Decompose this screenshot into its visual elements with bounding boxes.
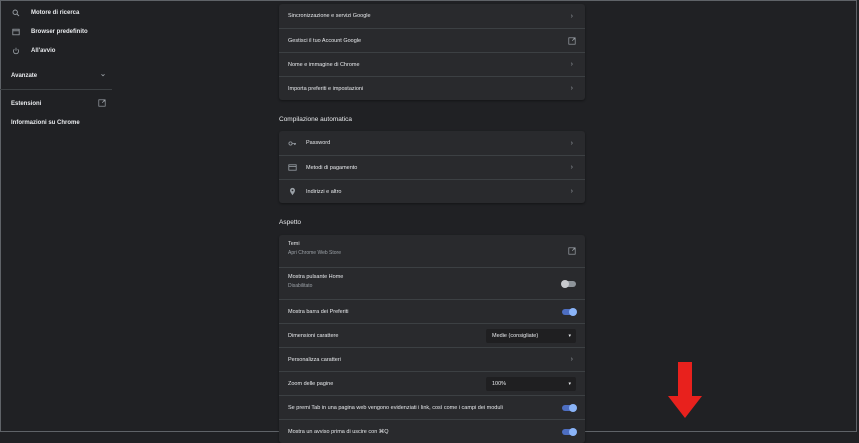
sidebar-extensions-label: Estensioni <box>11 101 42 107</box>
appearance-section-title: Aspetto <box>279 219 302 226</box>
home-button-label: Mostra pulsante Home <box>288 274 344 280</box>
row-label: Dimensioni carattere <box>288 332 339 339</box>
external-link-icon <box>98 99 106 109</box>
sidebar-item-default-browser[interactable]: Browser predefinito <box>0 24 112 40</box>
sidebar-item-search-engine[interactable]: Motore di ricerca <box>0 5 112 21</box>
people-card: Sincronizzazione e servizi Google › Gest… <box>279 4 585 100</box>
row-label: Personalizza caratteri <box>288 356 341 363</box>
themes-row[interactable]: Temi Apri Chrome Web Store <box>279 235 585 267</box>
autofill-card: Password › Metodi di pagamento › Indiriz… <box>279 131 585 203</box>
font-size-select[interactable]: Medie (consigliate) ▾ <box>486 328 576 343</box>
credit-card-icon <box>288 163 297 172</box>
chevron-right-icon: › <box>570 356 573 363</box>
chevron-right-icon: › <box>570 164 573 171</box>
power-icon <box>11 47 20 56</box>
chevron-right-icon: › <box>570 61 573 68</box>
addresses-row[interactable]: Indirizzi e altro › <box>279 179 585 203</box>
sidebar-item-about-chrome[interactable]: Informazioni su Chrome <box>11 116 106 130</box>
show-home-button-row: Mostra pulsante Home Disabilitato <box>279 267 585 299</box>
sync-row[interactable]: Sincronizzazione e servizi Google › <box>279 4 585 28</box>
row-label: Indirizzi e altro <box>306 188 342 195</box>
show-bookmarks-bar-row: Mostra barra dei Preferiti <box>279 299 585 323</box>
sidebar-advanced-label: Avanzate <box>11 73 38 79</box>
import-bookmarks-row[interactable]: Importa preferiti e impostazioni › <box>279 76 585 100</box>
chevron-down-icon: ▾ <box>568 380 571 387</box>
row-label: Mostra barra dei Preferiti <box>288 308 349 315</box>
chevron-right-icon: › <box>570 12 573 20</box>
chevron-down-icon: ▾ <box>568 332 571 339</box>
sidebar: Motore di ricerca Browser predefinito Al… <box>0 0 112 434</box>
tab-highlight-toggle[interactable] <box>562 403 577 412</box>
sidebar-about-label: Informazioni su Chrome <box>11 120 80 126</box>
quit-warning-row: Mostra un avviso prima di uscire con ⌘Q <box>279 419 585 443</box>
tab-highlight-row: Se premi Tab in una pagina web vengono e… <box>279 395 585 419</box>
key-icon <box>288 139 297 148</box>
sidebar-item-on-startup[interactable]: All'avvio <box>0 43 112 59</box>
manage-google-account-row[interactable]: Gestisci il tuo Account Google <box>279 28 585 52</box>
payment-methods-row[interactable]: Metodi di pagamento › <box>279 155 585 179</box>
chrome-name-picture-row[interactable]: Nome e immagine di Chrome › <box>279 52 585 76</box>
customize-fonts-row[interactable]: Personalizza caratteri › <box>279 347 585 371</box>
home-button-toggle[interactable] <box>561 279 576 288</box>
external-link-icon <box>568 36 576 45</box>
row-label: Password <box>306 140 331 146</box>
themes-sublabel: Apri Chrome Web Store <box>288 250 341 256</box>
sidebar-item-label: Motore di ricerca <box>31 10 80 16</box>
row-label: Metodi di pagamento <box>306 164 358 171</box>
page-zoom-select[interactable]: 100% ▾ <box>486 376 576 391</box>
row-label: Zoom delle pagine <box>288 380 334 387</box>
font-size-row: Dimensioni carattere Medie (consigliate)… <box>279 323 585 347</box>
sidebar-advanced-toggle[interactable]: Avanzate <box>11 69 106 83</box>
sidebar-item-extensions[interactable]: Estensioni <box>11 97 106 111</box>
page-zoom-row: Zoom delle pagine 100% ▾ <box>279 371 585 395</box>
passwords-row[interactable]: Password › <box>279 131 585 155</box>
home-button-sublabel: Disabilitato <box>288 283 313 289</box>
red-down-arrow-icon <box>668 362 702 418</box>
bookmarks-bar-toggle[interactable] <box>562 307 577 316</box>
chevron-down-icon <box>100 72 106 80</box>
sidebar-item-label: All'avvio <box>31 48 56 54</box>
row-label: Nome e immagine di Chrome <box>288 61 360 68</box>
location-pin-icon <box>288 187 297 196</box>
page-zoom-value: 100% <box>492 380 507 387</box>
external-link-icon <box>568 247 576 255</box>
sidebar-divider <box>0 89 112 90</box>
search-icon <box>11 9 20 18</box>
autofill-section-title: Compilazione automatica <box>279 116 352 123</box>
row-label: Importa preferiti e impostazioni <box>288 85 364 92</box>
browser-icon <box>11 28 20 37</box>
row-label: Se premi Tab in una pagina web vengono e… <box>288 404 503 411</box>
themes-label: Temi <box>288 241 300 247</box>
font-size-value: Medie (consigliate) <box>492 332 539 339</box>
appearance-card: Temi Apri Chrome Web Store Mostra pulsan… <box>279 235 585 443</box>
row-label: Sincronizzazione e servizi Google <box>288 13 371 19</box>
sidebar-item-label: Browser predefinito <box>31 29 88 35</box>
chevron-right-icon: › <box>570 139 573 147</box>
chevron-right-icon: › <box>570 85 573 92</box>
chevron-right-icon: › <box>570 188 573 195</box>
row-label: Gestisci il tuo Account Google <box>288 37 362 44</box>
